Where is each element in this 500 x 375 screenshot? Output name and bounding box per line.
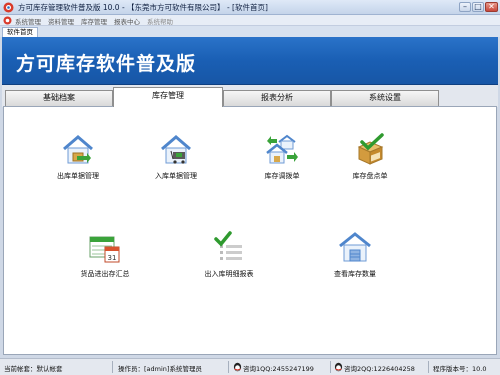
function-stock-transfer[interactable]: 库存调拨单 bbox=[252, 133, 312, 181]
function-view-stock[interactable]: 查看库存数量 bbox=[324, 231, 386, 279]
tab-home[interactable]: 软件首页 bbox=[2, 27, 38, 37]
title-bar: 方可库存管理软件普及版 10.0 - 【东莞市方可软件有限公司】 - [软件首页… bbox=[0, 0, 500, 15]
function-label: 库存调拨单 bbox=[264, 172, 300, 180]
status-version: 程序版本号：10.0 bbox=[433, 365, 487, 373]
status-separator bbox=[228, 361, 229, 373]
status-separator bbox=[428, 361, 429, 373]
app-logo-icon bbox=[3, 2, 14, 13]
status-operator: 操作员：[admin]系统管理员 bbox=[118, 365, 202, 373]
function-label: 出库单据管理 bbox=[57, 172, 99, 180]
function-label: 货品进出存汇总 bbox=[80, 270, 130, 278]
function-label: 库存盘点单 bbox=[352, 172, 388, 180]
window-title: 方可库存管理软件普及版 10.0 - 【东莞市方可软件有限公司】 - [软件首页… bbox=[18, 3, 268, 12]
menu-bar: 系统管理 资料管理 库存管理 报表中心 系统帮助 bbox=[0, 15, 500, 26]
function-panel: 出库单据管理 入库单据管理 库存调拨单 库存盘点单 31 货品进出存汇总 出入库… bbox=[3, 106, 497, 355]
warehouse-view-icon bbox=[339, 232, 371, 262]
inbound-house-cart-icon bbox=[161, 135, 191, 164]
close-button[interactable]: ✕ bbox=[485, 2, 498, 12]
outbound-house-icon bbox=[63, 135, 93, 164]
menu-data-manage[interactable]: 资料管理 bbox=[48, 16, 74, 26]
function-label: 出入库明细报表 bbox=[204, 270, 254, 278]
function-label: 查看库存数量 bbox=[334, 270, 376, 278]
status-current-account: 当前帐套：默认帐套 bbox=[4, 365, 63, 373]
banner: 方可库存软件普及版 bbox=[2, 37, 498, 85]
maximize-button[interactable]: □ bbox=[472, 2, 484, 12]
module-tab-strip: 基础档案 库存管理 报表分析 系统设置 bbox=[2, 85, 498, 107]
menu-system-manage[interactable]: 系统管理 bbox=[15, 16, 41, 26]
menu-inventory-manage[interactable]: 库存管理 bbox=[81, 16, 107, 26]
function-inbound-docs[interactable]: 入库单据管理 bbox=[144, 133, 208, 181]
function-label: 入库单据管理 bbox=[155, 172, 197, 180]
status-qq1[interactable]: 咨询1QQ:2455247199 bbox=[243, 363, 314, 373]
detail-report-check-icon bbox=[214, 231, 242, 260]
banner-title: 方可库存软件普及版 bbox=[16, 53, 197, 75]
calendar-summary-icon: 31 bbox=[89, 236, 120, 263]
tab-report-analysis[interactable]: 报表分析 bbox=[223, 90, 331, 106]
inventory-check-box-icon bbox=[357, 133, 384, 165]
status-separator bbox=[112, 361, 113, 373]
menu-logo-icon bbox=[3, 16, 12, 25]
menu-report-center[interactable]: 报表中心 bbox=[114, 16, 140, 26]
tab-inventory-manage[interactable]: 库存管理 bbox=[113, 87, 223, 107]
svg-text:31: 31 bbox=[108, 254, 117, 262]
document-tab-strip: 软件首页 bbox=[0, 26, 500, 37]
function-goods-summary[interactable]: 31 货品进出存汇总 bbox=[70, 231, 140, 279]
qq-penguin-icon bbox=[334, 362, 343, 372]
status-qq2[interactable]: 咨询2QQ:1226404258 bbox=[344, 363, 415, 373]
tab-system-settings[interactable]: 系统设置 bbox=[331, 90, 439, 106]
qq-penguin-icon bbox=[233, 362, 242, 372]
minimize-button[interactable]: – bbox=[459, 2, 471, 12]
function-stock-count[interactable]: 库存盘点单 bbox=[342, 133, 398, 181]
transfer-houses-icon bbox=[266, 134, 298, 164]
menu-system-help[interactable]: 系统帮助 bbox=[147, 16, 173, 26]
function-outbound-docs[interactable]: 出库单据管理 bbox=[46, 133, 110, 181]
status-separator bbox=[330, 361, 331, 373]
function-detail-report[interactable]: 出入库明细报表 bbox=[194, 231, 264, 279]
status-bar: 当前帐套：默认帐套 操作员：[admin]系统管理员 咨询1QQ:2455247… bbox=[0, 358, 500, 375]
tab-basic-files[interactable]: 基础档案 bbox=[5, 90, 113, 106]
